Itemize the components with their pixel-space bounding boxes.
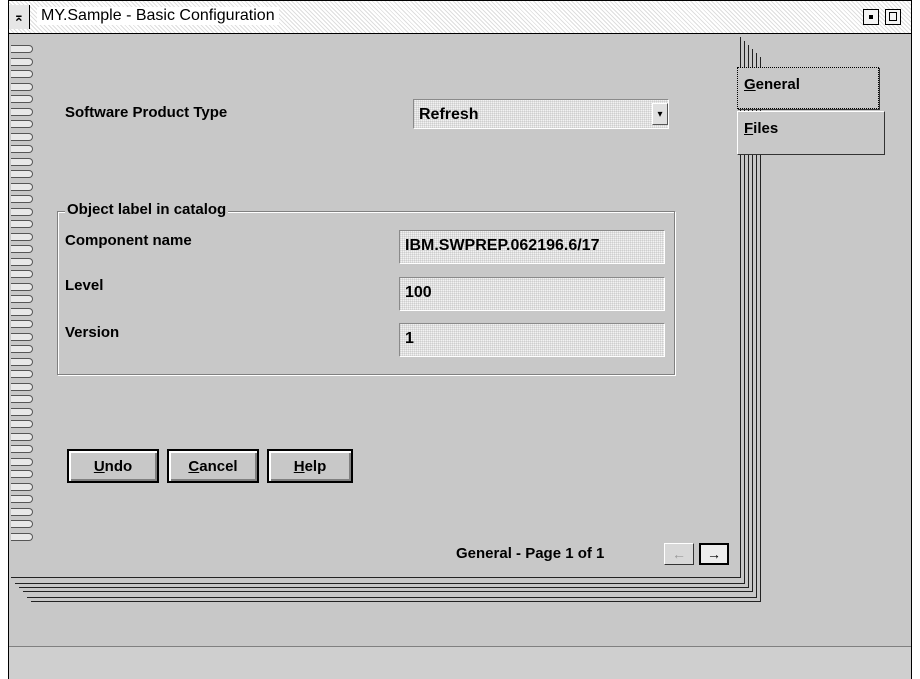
page-indicator: General - Page 1 of 1 xyxy=(456,545,605,562)
system-menu-icon[interactable]: ⌅ xyxy=(9,5,30,29)
binding-ring xyxy=(11,307,33,316)
window-title: MY.Sample - Basic Configuration xyxy=(37,7,279,25)
version-label: Version xyxy=(65,324,120,341)
help-label: elp xyxy=(304,457,327,475)
binding-ring xyxy=(11,107,33,116)
binding-ring xyxy=(11,432,33,441)
binding-ring xyxy=(11,457,33,466)
product-type-select[interactable]: Refresh xyxy=(413,99,669,129)
binding-ring xyxy=(11,220,33,228)
maximize-icon[interactable] xyxy=(885,9,901,25)
binding-ring xyxy=(11,45,33,53)
tab-files[interactable]: Files xyxy=(737,111,885,155)
component-name-label: Component name xyxy=(65,232,192,249)
binding-ring xyxy=(11,370,33,378)
binding-ring xyxy=(11,132,33,141)
binding-ring xyxy=(11,145,33,153)
app-window: ⌅ MY.Sample - Basic Configuration Softwa… xyxy=(8,0,912,679)
binding-ring xyxy=(11,295,33,303)
binding-ring xyxy=(11,282,33,291)
undo-label: ndo xyxy=(104,457,133,475)
group-title: Object label in catalog xyxy=(65,201,229,218)
cancel-button[interactable]: Cancel xyxy=(167,449,259,483)
help-mnemonic: H xyxy=(293,457,305,475)
level-label: Level xyxy=(65,277,104,294)
cancel-label: ancel xyxy=(199,457,238,475)
binding-ring xyxy=(11,495,33,503)
binding-ring xyxy=(11,170,33,178)
binding-ring xyxy=(11,332,33,341)
notebook-binding xyxy=(11,45,35,555)
binding-ring xyxy=(11,245,33,253)
binding-ring xyxy=(11,207,33,216)
arrow-right-icon[interactable]: → xyxy=(699,543,729,565)
help-button[interactable]: Help xyxy=(267,449,353,483)
tab-general[interactable]: General xyxy=(737,67,879,109)
binding-ring xyxy=(11,382,33,391)
component-name-field[interactable]: IBM.SWPREP.062196.6/17 xyxy=(399,230,665,264)
binding-ring xyxy=(11,532,33,541)
binding-ring xyxy=(11,507,33,516)
binding-ring xyxy=(11,70,33,78)
binding-ring xyxy=(11,257,33,266)
binding-ring xyxy=(11,445,33,453)
binding-ring xyxy=(11,357,33,366)
version-field[interactable]: 1 xyxy=(399,323,665,357)
binding-ring xyxy=(11,395,33,403)
undo-button[interactable]: Undo xyxy=(67,449,159,483)
tab-files-label: iles xyxy=(753,120,779,137)
binding-ring xyxy=(11,182,33,191)
binding-ring xyxy=(11,482,33,491)
binding-ring xyxy=(11,407,33,416)
binding-ring xyxy=(11,120,33,128)
binding-ring xyxy=(11,270,33,278)
binding-ring xyxy=(11,232,33,241)
binding-ring xyxy=(11,57,33,66)
title-bar[interactable]: ⌅ MY.Sample - Basic Configuration xyxy=(9,1,911,34)
undo-mnemonic: U xyxy=(93,457,105,475)
tab-general-label: eneral xyxy=(755,76,800,93)
binding-ring xyxy=(11,195,33,203)
arrow-left-icon[interactable]: ← xyxy=(664,543,694,565)
cancel-mnemonic: C xyxy=(188,457,200,475)
tab-general-mnemonic: G xyxy=(744,76,756,93)
binding-ring xyxy=(11,520,33,528)
status-bar xyxy=(9,646,911,679)
binding-ring xyxy=(11,420,33,428)
minimize-icon[interactable] xyxy=(863,9,879,25)
chevron-down-icon[interactable]: ▾ xyxy=(652,103,668,125)
binding-ring xyxy=(11,345,33,353)
product-type-label: Software Product Type xyxy=(65,104,228,121)
binding-ring xyxy=(11,82,33,91)
level-field[interactable]: 100 xyxy=(399,277,665,311)
binding-ring xyxy=(11,320,33,328)
binding-ring xyxy=(11,95,33,103)
binding-ring xyxy=(11,470,33,478)
binding-ring xyxy=(11,157,33,166)
tab-files-mnemonic: F xyxy=(744,120,754,137)
